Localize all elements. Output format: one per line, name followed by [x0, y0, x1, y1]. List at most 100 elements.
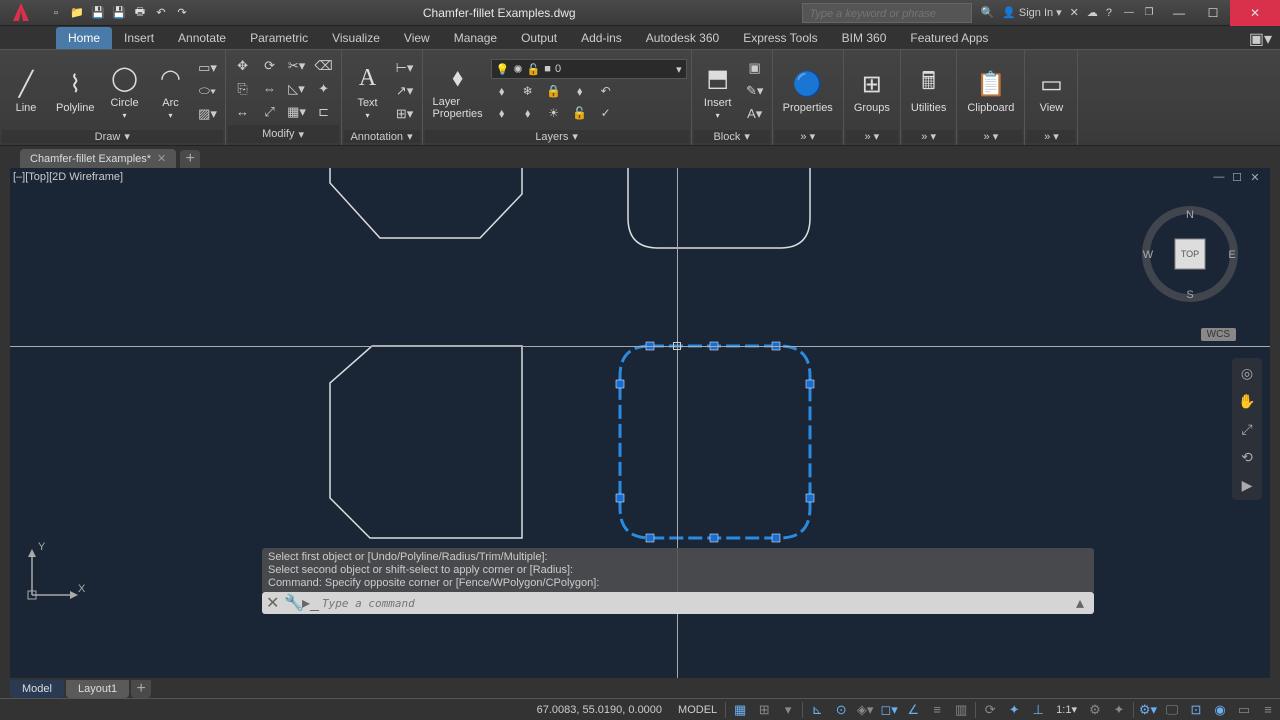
file-tab-add[interactable]: + — [180, 150, 200, 168]
hatch-button[interactable]: ▨▾ — [195, 103, 221, 125]
leader-button[interactable]: ↗▾ — [392, 80, 418, 102]
showmotion-icon[interactable]: ▶ — [1236, 474, 1258, 496]
mdi-restore[interactable]: ❐ — [1140, 5, 1158, 21]
layer-combo[interactable]: 💡✺🔓■ 0▾ — [491, 59, 687, 79]
annoscale-icon[interactable]: ✦ — [1107, 700, 1131, 720]
layer-previous-icon[interactable]: ↶ — [595, 81, 617, 101]
tab-home[interactable]: Home — [56, 27, 112, 49]
transparency-toggle[interactable]: ▥ — [949, 700, 973, 720]
layer-properties-button[interactable]: ⬧Layer Properties — [427, 54, 489, 128]
circle-button[interactable]: ◯Circle▾ — [103, 54, 147, 128]
tab-output[interactable]: Output — [509, 27, 569, 49]
otrack-toggle[interactable]: ∠ — [901, 700, 925, 720]
table-button[interactable]: ⊞▾ — [392, 103, 418, 125]
qat-save[interactable]: 💾 — [88, 3, 108, 23]
grid-toggle[interactable]: ▦ — [728, 700, 752, 720]
monitor-icon[interactable]: 🖵 — [1160, 700, 1184, 720]
arc-button[interactable]: ◠Arc▾ — [149, 54, 193, 128]
qat-undo[interactable]: ↶ — [151, 3, 171, 23]
customize-icon[interactable]: ≡ — [1256, 700, 1280, 720]
tab-parametric[interactable]: Parametric — [238, 27, 320, 49]
attr-block-button[interactable]: A▾ — [742, 103, 768, 125]
osnap-toggle[interactable]: ◻▾ — [877, 700, 901, 720]
edit-block-button[interactable]: ✎▾ — [742, 80, 768, 102]
panel-draw-title[interactable]: Draw ▾ — [2, 130, 223, 143]
cleanscreen-icon[interactable]: ▭ — [1232, 700, 1256, 720]
window-close[interactable]: ✕ — [1230, 0, 1280, 26]
dimension-button[interactable]: ⊢▾ — [392, 57, 418, 79]
command-input[interactable] — [322, 597, 1072, 610]
layer-lock-icon[interactable]: 🔒 — [543, 81, 565, 101]
search-go-icon[interactable]: 🔍 — [980, 6, 994, 19]
status-space[interactable]: MODEL — [672, 704, 723, 716]
polyline-button[interactable]: ⌇Polyline — [50, 54, 101, 128]
panel-clipboard-title[interactable]: » ▾ — [959, 130, 1022, 143]
qat-new[interactable]: ▫ — [46, 3, 66, 23]
status-coords[interactable]: 67.0083, 55.0190, 0.0000 — [527, 704, 672, 716]
layer-off-icon[interactable]: ⬧ — [491, 81, 513, 101]
wcs-badge[interactable]: WCS — [1201, 328, 1236, 341]
viewcube[interactable]: TOP N S E W — [1140, 204, 1240, 304]
rectangle-button[interactable]: ▭▾ — [195, 57, 221, 79]
hardware-icon[interactable]: ⊡ — [1184, 700, 1208, 720]
zoom-icon[interactable]: ⤢ — [1236, 418, 1258, 440]
ellipse-button[interactable]: ⬭▾ — [195, 80, 221, 102]
mdi-minimize[interactable]: — — [1120, 5, 1138, 21]
clipboard-button[interactable]: 📋Clipboard — [961, 54, 1020, 128]
qat-open[interactable]: 📁 — [67, 3, 87, 23]
qat-print[interactable]: 🖶 — [130, 3, 150, 23]
command-expand-icon[interactable]: ▴ — [1076, 593, 1090, 613]
qat-redo[interactable]: ↷ — [172, 3, 192, 23]
layout-add[interactable]: + — [131, 680, 151, 698]
help-icon[interactable]: ? — [1106, 7, 1112, 19]
layer-unlock-icon[interactable]: 🔓 — [569, 103, 591, 123]
qat-saveas[interactable]: 💾 — [109, 3, 129, 23]
move-button[interactable]: ✥ — [230, 55, 256, 77]
app-logo[interactable] — [0, 0, 42, 26]
panel-utilities-title[interactable]: » ▾ — [903, 130, 954, 143]
stretch-button[interactable]: ↔ — [230, 101, 256, 123]
view-button[interactable]: ▭View — [1029, 54, 1073, 128]
tab-annotate[interactable]: Annotate — [166, 27, 238, 49]
tab-featured[interactable]: Featured Apps — [898, 27, 1000, 49]
command-wrench-icon[interactable]: 🔧 — [284, 593, 298, 613]
offset-button[interactable]: ⊏ — [311, 101, 337, 123]
3dosnap-toggle[interactable]: ✦ — [1002, 700, 1026, 720]
ortho-toggle[interactable]: ⊾ — [805, 700, 829, 720]
line-button[interactable]: ╱Line — [4, 54, 48, 128]
snap-toggle[interactable]: ⊞ — [752, 700, 776, 720]
drawing-area[interactable]: [–][Top][2D Wireframe] — ☐ ✕ — [10, 168, 1270, 678]
polar-toggle[interactable]: ⊙ — [829, 700, 853, 720]
tab-view[interactable]: View — [392, 27, 442, 49]
panel-groups-title[interactable]: » ▾ — [846, 130, 898, 143]
panel-annotation-title[interactable]: Annotation ▾ — [344, 130, 420, 143]
workspace-icon[interactable]: ⚙▾ — [1136, 700, 1160, 720]
tab-bim360[interactable]: BIM 360 — [830, 27, 899, 49]
layer-freeze-icon[interactable]: ❄ — [517, 81, 539, 101]
tab-a360[interactable]: Autodesk 360 — [634, 27, 731, 49]
isolate-icon[interactable]: ◉ — [1208, 700, 1232, 720]
panel-layers-title[interactable]: Layers ▾ — [425, 130, 689, 143]
fillet-button[interactable]: ◺▾ — [284, 78, 310, 100]
explode-button[interactable]: ✦ — [311, 78, 337, 100]
cloud-icon[interactable]: ☁ — [1087, 6, 1098, 19]
pan-icon[interactable]: ✋ — [1236, 390, 1258, 412]
window-minimize[interactable]: — — [1162, 0, 1196, 26]
utilities-button[interactable]: 🖩Utilities — [905, 54, 952, 128]
tab-addins[interactable]: Add-ins — [569, 27, 634, 49]
search-input[interactable] — [803, 5, 971, 23]
panel-properties-title[interactable]: » ▾ — [775, 130, 841, 143]
command-close-icon[interactable]: ✕ — [266, 593, 280, 613]
layer-unisolate-icon[interactable]: ⬧ — [517, 103, 539, 123]
text-button[interactable]: AText▾ — [346, 54, 390, 128]
sign-in-button[interactable]: 👤 Sign In ▾ — [1002, 6, 1061, 19]
layout-tab-layout1[interactable]: Layout1 — [66, 680, 129, 698]
create-block-button[interactable]: ▣ — [742, 57, 768, 79]
layer-match-icon[interactable]: ⬧ — [569, 81, 591, 101]
infer-toggle[interactable]: ▾ — [776, 700, 800, 720]
tab-visualize[interactable]: Visualize — [320, 27, 392, 49]
panel-view-title[interactable]: » ▾ — [1027, 130, 1075, 143]
window-maximize[interactable]: ☐ — [1196, 0, 1230, 26]
tab-express[interactable]: Express Tools — [731, 27, 829, 49]
infocenter-search[interactable] — [802, 3, 972, 23]
